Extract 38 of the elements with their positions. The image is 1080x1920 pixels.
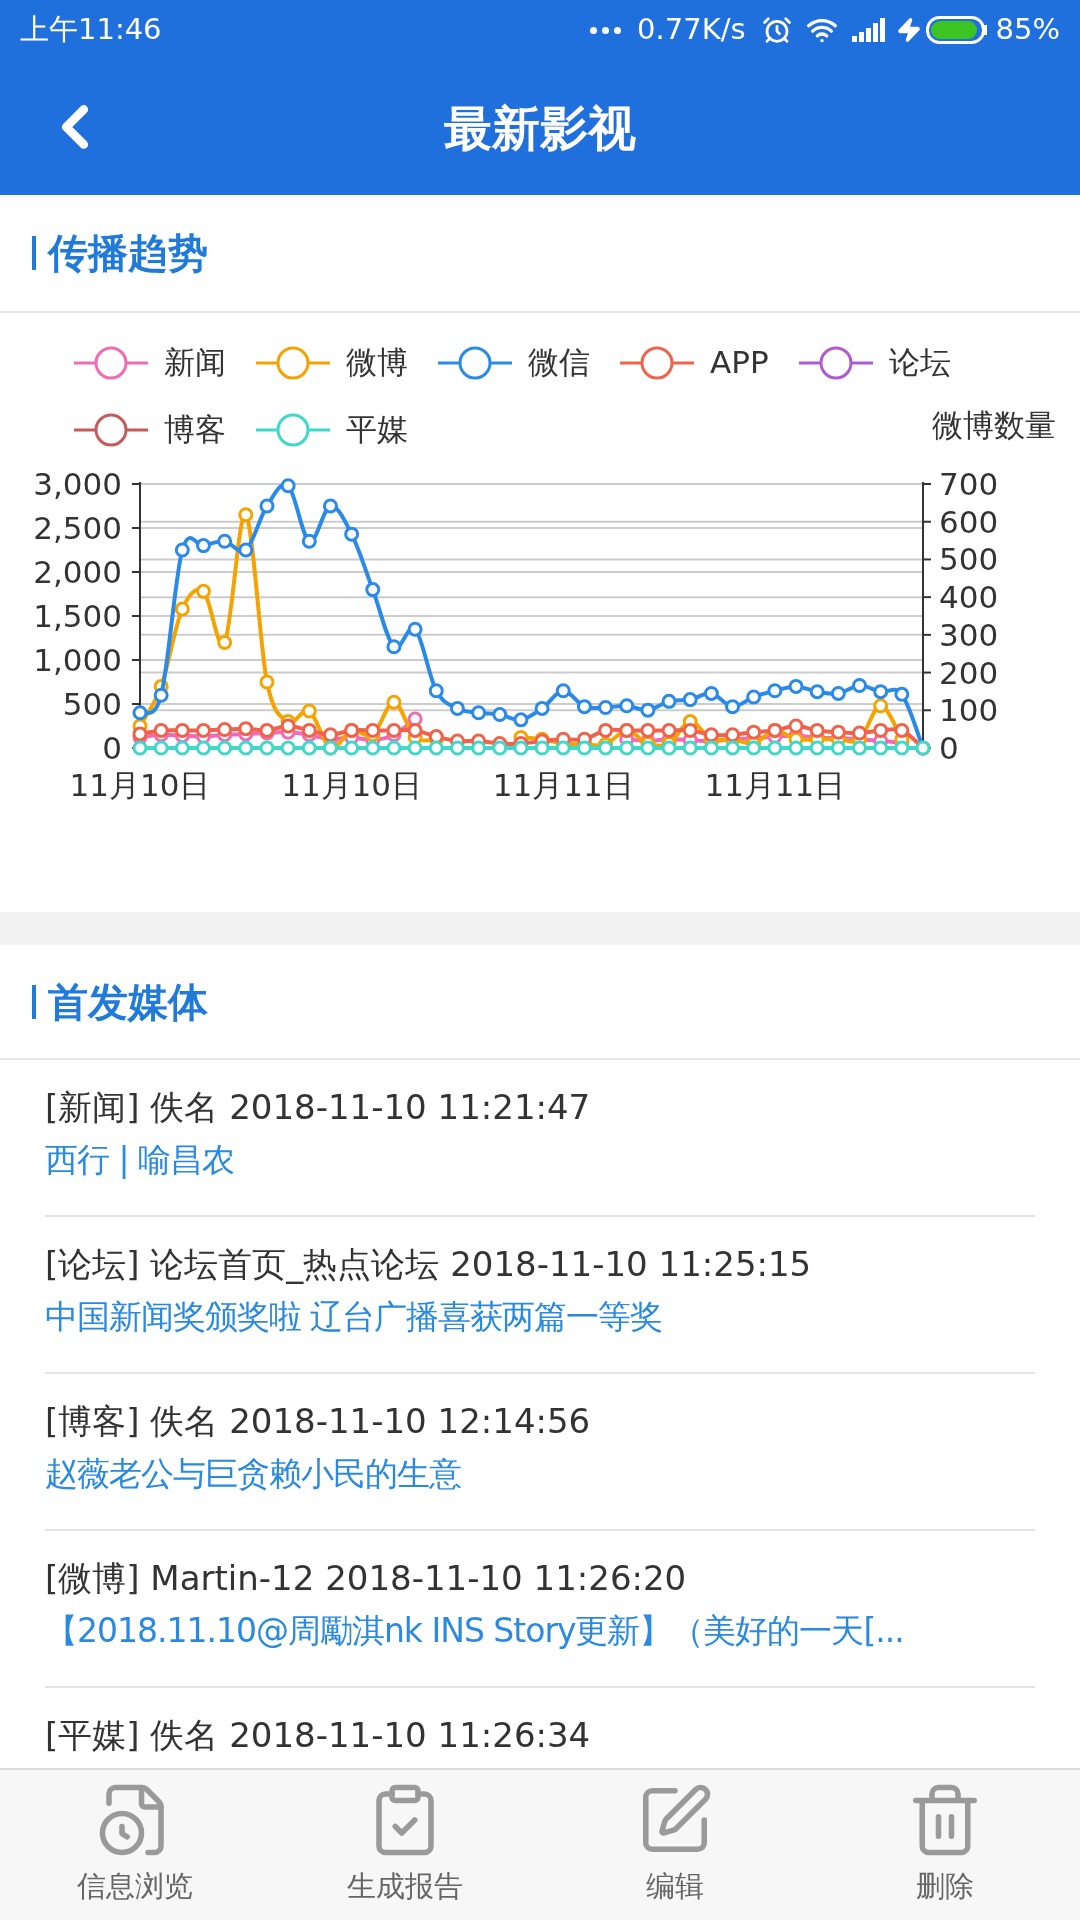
section-title: 传播趋势 bbox=[48, 229, 208, 278]
axis-tick-label: 2,500 bbox=[33, 510, 122, 546]
axis-tick-label: 1,500 bbox=[33, 598, 122, 634]
media-source-line: [论坛] 论坛首页_热点论坛 2018-11-10 11:25:15 bbox=[45, 1243, 813, 1286]
axis-tick-label: 11月10日 bbox=[69, 767, 211, 803]
legend-label: APP bbox=[710, 343, 769, 383]
axis-tick-label: 3,000 bbox=[33, 466, 122, 502]
axis-tick-label: 500 bbox=[62, 686, 122, 722]
axis-tick-label: 2,000 bbox=[33, 554, 122, 590]
axis-tick-label: 0 bbox=[102, 730, 122, 766]
network-speed: 0.77K/s bbox=[637, 11, 746, 49]
axis-tick-label: 1,000 bbox=[33, 642, 122, 678]
status-time: 上午11:46 bbox=[20, 11, 162, 49]
axis-tick-label: 400 bbox=[939, 579, 999, 616]
legend-label: 新闻 bbox=[164, 343, 226, 383]
axis-tick-label: 700 bbox=[939, 466, 999, 502]
section-title: 首发媒体 bbox=[48, 977, 208, 1027]
legend-label: 微博 bbox=[346, 343, 408, 383]
legend-label: 平媒 bbox=[346, 410, 408, 450]
axis-tick-label: 11月11日 bbox=[704, 767, 846, 803]
axis-tick-label: 100 bbox=[939, 692, 999, 729]
axis-tick-label: 500 bbox=[939, 541, 999, 578]
axis-tick-label: 200 bbox=[939, 654, 999, 691]
axis-tick-label: 0 bbox=[939, 730, 959, 766]
axis-tick-label: 11月11日 bbox=[492, 767, 634, 803]
battery-percent: 85% bbox=[995, 11, 1060, 49]
axis-tick-label: 600 bbox=[939, 503, 999, 540]
axis-tick-label: 300 bbox=[939, 616, 999, 653]
media-source-line: [博客] 佚名 2018-11-10 12:14:56 bbox=[45, 1400, 592, 1443]
media-source-line: [新闻] 佚名 2018-11-10 11:21:47 bbox=[45, 1086, 592, 1129]
legend-label: 博客 bbox=[164, 410, 226, 450]
axis-tick-label: 11月10日 bbox=[281, 767, 423, 803]
page-title: 最新影视 bbox=[444, 98, 636, 158]
media-source-line: [微博] Martin-12 2018-11-10 11:26:20 bbox=[45, 1557, 688, 1600]
axis-title: 微博数量 bbox=[932, 406, 1056, 446]
legend-label: 论坛 bbox=[888, 343, 951, 383]
media-source-line: [平媒] 佚名 2018-11-10 11:26:34 bbox=[45, 1714, 592, 1757]
legend-label: 微信 bbox=[528, 343, 590, 383]
